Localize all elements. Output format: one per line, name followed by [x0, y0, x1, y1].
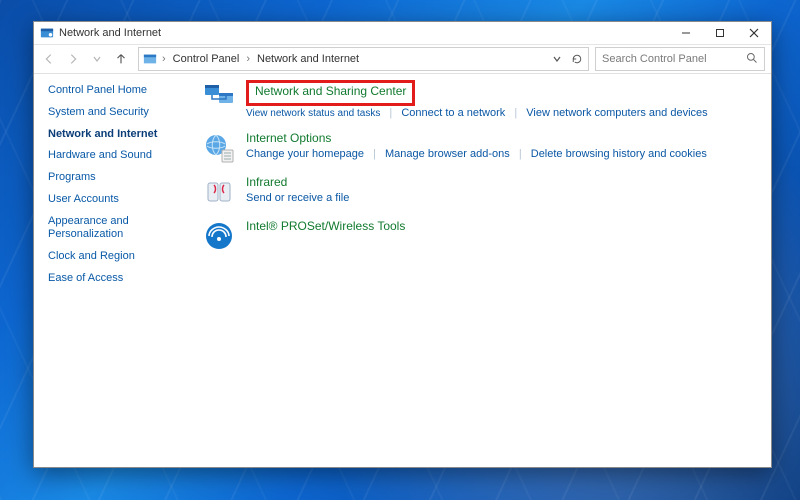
intel-wireless-icon	[202, 219, 236, 253]
category-title[interactable]: Internet Options	[246, 131, 755, 145]
sidebar-item-network[interactable]: Network and Internet	[48, 128, 188, 142]
internet-options-icon	[202, 131, 236, 165]
address-bar[interactable]: › Control Panel › Network and Internet	[138, 47, 589, 71]
back-button[interactable]	[38, 48, 60, 70]
window-icon	[40, 26, 54, 40]
task-link[interactable]: Manage browser add-ons	[385, 148, 510, 160]
category-tasks: Send or receive a file	[246, 191, 755, 206]
cp-root-icon[interactable]	[143, 52, 157, 66]
task-link[interactable]: Connect to a network	[401, 107, 505, 119]
category-internet-options: Internet Options Change your homepage | …	[202, 131, 755, 165]
category-title[interactable]: Infrared	[246, 175, 755, 189]
category-tasks: View network status and tasks | Connect …	[246, 106, 755, 121]
sidebar-item-ease[interactable]: Ease of Access	[48, 272, 188, 286]
sidebar-item-hardware[interactable]: Hardware and Sound	[48, 149, 188, 163]
category-infrared: Infrared Send or receive a file	[202, 175, 755, 209]
desktop-wallpaper: Network and Internet › Control Panel ›	[0, 0, 800, 500]
forward-button[interactable]	[62, 48, 84, 70]
up-button[interactable]	[110, 48, 132, 70]
task-link[interactable]: Send or receive a file	[246, 192, 349, 204]
sidebar-item-clock[interactable]: Clock and Region	[48, 250, 188, 264]
sidebar-item-home[interactable]: Control Panel Home	[48, 84, 188, 98]
nav-toolbar: › Control Panel › Network and Internet	[34, 45, 771, 74]
maximize-button[interactable]	[703, 22, 737, 44]
chevron-right-icon[interactable]: ›	[244, 53, 252, 65]
window-body: Control Panel Home System and Security N…	[34, 74, 771, 467]
control-panel-window: Network and Internet › Control Panel ›	[33, 21, 772, 468]
infrared-icon	[202, 175, 236, 209]
breadcrumb: › Control Panel › Network and Internet	[143, 52, 361, 66]
breadcrumb-seg-control-panel[interactable]: Control Panel	[171, 52, 242, 66]
category-title[interactable]: Intel® PROSet/Wireless Tools	[246, 219, 755, 233]
close-button[interactable]	[737, 22, 771, 44]
chevron-right-icon[interactable]: ›	[160, 53, 168, 65]
task-link[interactable]: View network computers and devices	[526, 107, 707, 119]
task-link[interactable]: View network status and tasks	[246, 108, 380, 119]
search-input[interactable]	[600, 52, 746, 66]
category-tasks: Change your homepage | Manage browser ad…	[246, 147, 755, 162]
search-icon[interactable]	[746, 52, 760, 66]
category-title[interactable]: Network and Sharing Center	[255, 84, 406, 98]
recent-locations-button[interactable]	[86, 48, 108, 70]
sidebar: Control Panel Home System and Security N…	[34, 74, 196, 467]
refresh-button[interactable]	[568, 50, 586, 68]
task-link[interactable]: Delete browsing history and cookies	[531, 148, 707, 160]
task-link[interactable]: Change your homepage	[246, 148, 364, 160]
address-dropdown-button[interactable]	[548, 50, 566, 68]
network-sharing-icon	[202, 80, 236, 114]
breadcrumb-seg-network[interactable]: Network and Internet	[255, 52, 361, 66]
category-intel-wireless: Intel® PROSet/Wireless Tools	[202, 219, 755, 253]
sidebar-item-appearance[interactable]: Appearance and Personalization	[48, 215, 188, 243]
titlebar[interactable]: Network and Internet	[34, 22, 771, 45]
category-network-sharing: Network and Sharing Center View network …	[202, 80, 755, 121]
minimize-button[interactable]	[669, 22, 703, 44]
highlight-box: Network and Sharing Center	[246, 80, 415, 106]
window-title: Network and Internet	[59, 27, 161, 39]
search-box[interactable]	[595, 47, 765, 71]
sidebar-item-users[interactable]: User Accounts	[48, 193, 188, 207]
sidebar-item-programs[interactable]: Programs	[48, 171, 188, 185]
sidebar-item-system[interactable]: System and Security	[48, 106, 188, 120]
main-pane: Network and Sharing Center View network …	[196, 74, 771, 467]
